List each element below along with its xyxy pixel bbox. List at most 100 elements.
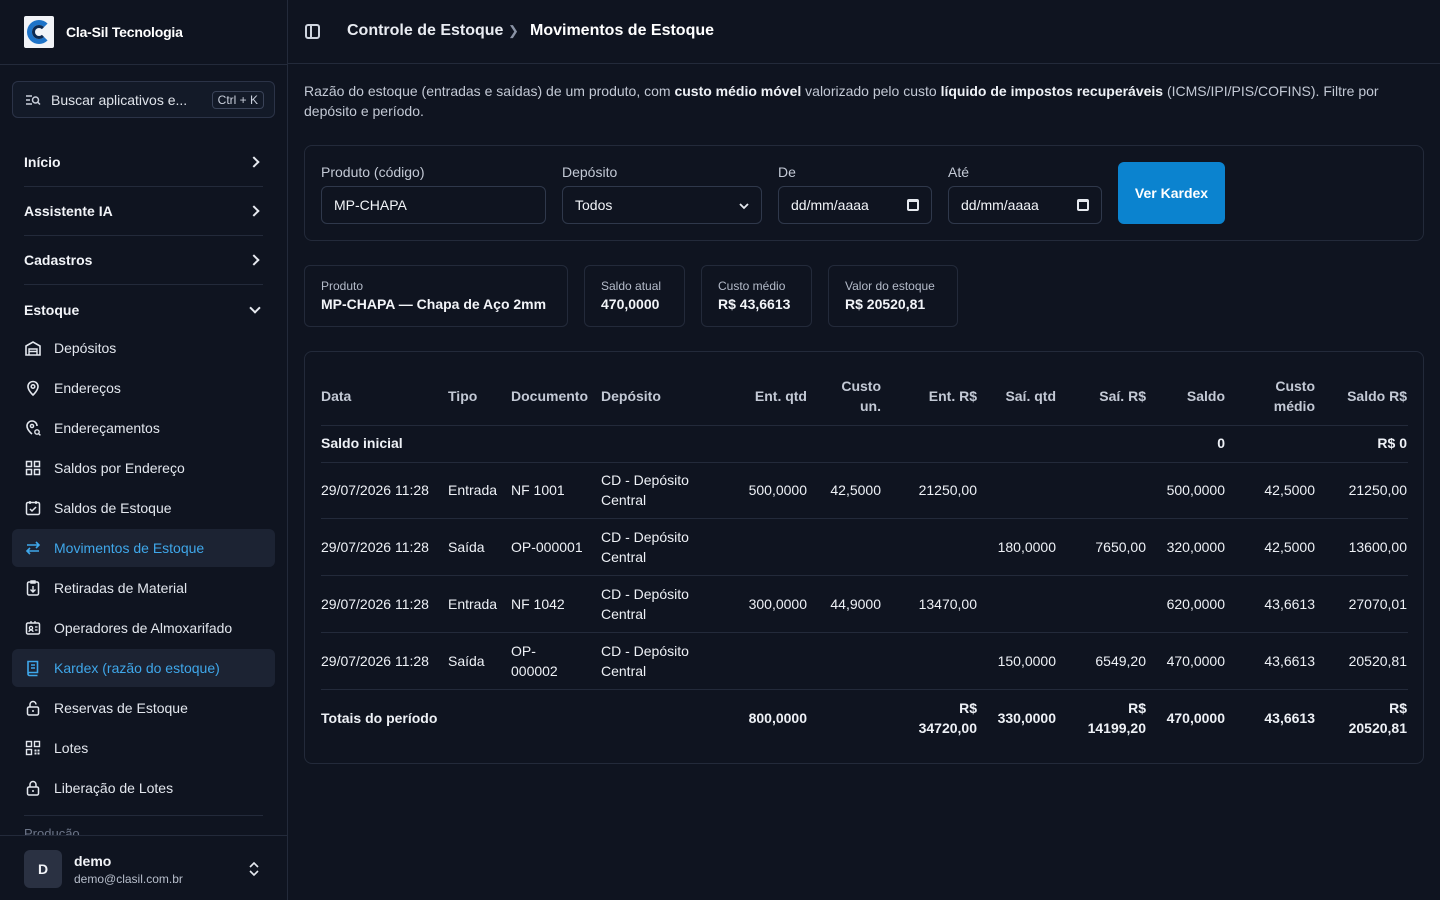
nav-item-depositos[interactable]: Depósitos bbox=[12, 329, 275, 367]
deposito-value: Todos bbox=[575, 197, 613, 213]
cell-line: Central bbox=[601, 606, 647, 622]
cell-custo-medio: 42,5000 bbox=[1264, 482, 1315, 498]
cell-custo-medio: 43,6613 bbox=[1264, 653, 1315, 669]
summary-card-valor-do-estoque: Valor do estoque R$ 20520,81 bbox=[828, 265, 958, 327]
warehouse-icon bbox=[24, 339, 42, 357]
calendar-icon[interactable] bbox=[907, 199, 919, 211]
nav-item-enderecos[interactable]: Endereços bbox=[12, 369, 275, 407]
page-description: Razão do estoque (entradas e saídas) de … bbox=[304, 81, 1428, 121]
cell-data: 29/07/2026 11:28 bbox=[321, 596, 429, 612]
chevrons-up-down-icon bbox=[247, 860, 261, 878]
desc-bold: custo médio móvel bbox=[674, 83, 802, 99]
cell-line: Central bbox=[601, 549, 647, 565]
nav-item-movimentos-de-estoque[interactable]: Movimentos de Estoque bbox=[12, 529, 275, 567]
nav-group-assistente-ia[interactable]: Assistente IA bbox=[24, 187, 263, 236]
avatar: D bbox=[24, 850, 62, 888]
nav-group-cadastros[interactable]: Cadastros bbox=[24, 236, 263, 285]
qr-code-icon bbox=[24, 739, 42, 757]
cell-tipo: Entrada bbox=[448, 482, 498, 498]
user-name: demo bbox=[74, 853, 112, 869]
cell-data: 29/07/2026 11:28 bbox=[321, 539, 429, 555]
nav-item-lotes[interactable]: Lotes bbox=[12, 729, 275, 767]
cell-deposito: CD - Depósito Central bbox=[601, 527, 689, 567]
cell-custo-un: 42,5000 bbox=[830, 482, 881, 498]
cell-saldo-rs: 27070,01 bbox=[1348, 596, 1407, 612]
de-label: De bbox=[778, 164, 796, 180]
nav-item-saldos-de-estoque[interactable]: Saldos de Estoque bbox=[12, 489, 275, 527]
cell-data: 29/07/2026 11:28 bbox=[321, 653, 429, 669]
de-date-input[interactable]: dd/mm/aaaa bbox=[778, 186, 932, 224]
cell-documento: NF 1001 bbox=[511, 482, 565, 498]
cell-line: 20520,81 bbox=[1348, 720, 1407, 736]
cell-custo-medio: 43,6613 bbox=[1264, 596, 1315, 612]
cell-data: 29/07/2026 11:28 bbox=[321, 482, 429, 498]
col-header-custo-un: Custo un. bbox=[811, 376, 881, 416]
top-bar: Controle de Estoque ❯ Movimentos de Esto… bbox=[288, 0, 1440, 64]
nav-item-label: Retiradas de Material bbox=[54, 580, 188, 596]
nav-item-label: Kardex (razão do estoque) bbox=[54, 660, 220, 676]
col-header-custo-medio: Custo médio bbox=[1235, 376, 1315, 416]
cell-tipo: Saída bbox=[448, 653, 485, 669]
nav-group-label: Cadastros bbox=[24, 252, 93, 268]
cell-saldo-rs: 13600,00 bbox=[1348, 539, 1407, 555]
produto-value: MP-CHAPA bbox=[334, 197, 407, 213]
col-header-documento: Documento bbox=[511, 388, 588, 404]
app-search[interactable]: Buscar aplicativos e... Ctrl + K bbox=[12, 81, 275, 118]
header-line: Custo bbox=[1275, 378, 1315, 394]
header-line: Custo bbox=[841, 378, 881, 394]
nav-group-estoque[interactable]: Estoque bbox=[24, 285, 263, 334]
desc-text: valorizado pelo custo bbox=[801, 83, 941, 99]
nav-item-enderecamentos[interactable]: Endereçamentos bbox=[12, 409, 275, 447]
col-header-sai-qtd: Saí. qtd bbox=[1005, 388, 1056, 404]
nav-item-label: Saldos por Endereço bbox=[54, 460, 185, 476]
cell-sai-qtd: 150,0000 bbox=[997, 653, 1056, 669]
breadcrumb-chevron-icon: ❯ bbox=[508, 23, 519, 38]
ate-placeholder: dd/mm/aaaa bbox=[961, 197, 1039, 213]
ate-date-input[interactable]: dd/mm/aaaa bbox=[948, 186, 1102, 224]
nav-item-retiradas-de-material[interactable]: Retiradas de Material bbox=[12, 569, 275, 607]
user-menu[interactable]: D demo demo@clasil.com.br bbox=[0, 835, 287, 900]
cell-saldo: 320,0000 bbox=[1166, 539, 1225, 555]
produto-input[interactable]: MP-CHAPA bbox=[321, 186, 546, 224]
summary-card-saldo-atual: Saldo atual 470,0000 bbox=[584, 265, 685, 327]
cell-line: R$ bbox=[1389, 700, 1407, 716]
map-pin-icon bbox=[24, 379, 42, 397]
cell-line: Central bbox=[601, 663, 647, 679]
row-divider bbox=[321, 518, 1408, 519]
nav-item-label: Endereços bbox=[54, 380, 121, 396]
sidebar: Cla-Sil Tecnologia Buscar aplicativos e.… bbox=[0, 0, 288, 900]
deposito-select[interactable]: Todos bbox=[562, 186, 762, 224]
nav-group-inicio[interactable]: Início bbox=[24, 138, 263, 187]
nav-item-operadores-de-almoxarifado[interactable]: Operadores de Almoxarifado bbox=[12, 609, 275, 647]
cell-ent-rs: 21250,00 bbox=[918, 482, 977, 498]
saldo-inicial-label: Saldo inicial bbox=[321, 435, 403, 451]
chevron-right-icon bbox=[249, 206, 259, 216]
nav-group-label: Estoque bbox=[24, 301, 80, 318]
nav-item-label: Depósitos bbox=[54, 340, 117, 356]
cell-saldo: 620,0000 bbox=[1166, 596, 1225, 612]
calendar-icon[interactable] bbox=[1077, 199, 1089, 211]
ver-kardex-button[interactable]: Ver Kardex bbox=[1118, 162, 1225, 224]
nav-item-liberacao-de-lotes[interactable]: Liberação de Lotes bbox=[12, 769, 275, 807]
sidebar-toggle-icon[interactable] bbox=[305, 24, 320, 39]
row-divider bbox=[321, 425, 1408, 426]
saldo-inicial-saldo-rs: R$ 0 bbox=[1377, 435, 1407, 451]
cell-custo-medio: 42,5000 bbox=[1264, 539, 1315, 555]
summary-label: Custo médio bbox=[718, 279, 786, 293]
chevron-right-icon bbox=[249, 255, 259, 265]
ate-label: Até bbox=[948, 164, 970, 180]
totals-sai-qtd: 330,0000 bbox=[997, 710, 1056, 726]
nav-item-kardex[interactable]: Kardex (razão do estoque) bbox=[12, 649, 275, 687]
id-card-icon bbox=[24, 619, 42, 637]
nav-item-saldos-por-endereco[interactable]: Saldos por Endereço bbox=[12, 449, 275, 487]
cell-documento: OP- 000002 bbox=[511, 641, 558, 681]
nav-group-label: Início bbox=[24, 154, 61, 170]
nav-group-label: Assistente IA bbox=[24, 203, 113, 219]
cell-sai-qtd: 180,0000 bbox=[997, 539, 1056, 555]
totals-saldo: 470,0000 bbox=[1166, 710, 1225, 726]
nav-item-reservas-de-estoque[interactable]: Reservas de Estoque bbox=[12, 689, 275, 727]
totals-custo-medio: 43,6613 bbox=[1264, 710, 1315, 726]
brand[interactable]: Cla-Sil Tecnologia bbox=[24, 16, 183, 48]
breadcrumb-controle-de-estoque[interactable]: Controle de Estoque bbox=[347, 22, 503, 40]
summary-label: Produto bbox=[321, 279, 364, 293]
